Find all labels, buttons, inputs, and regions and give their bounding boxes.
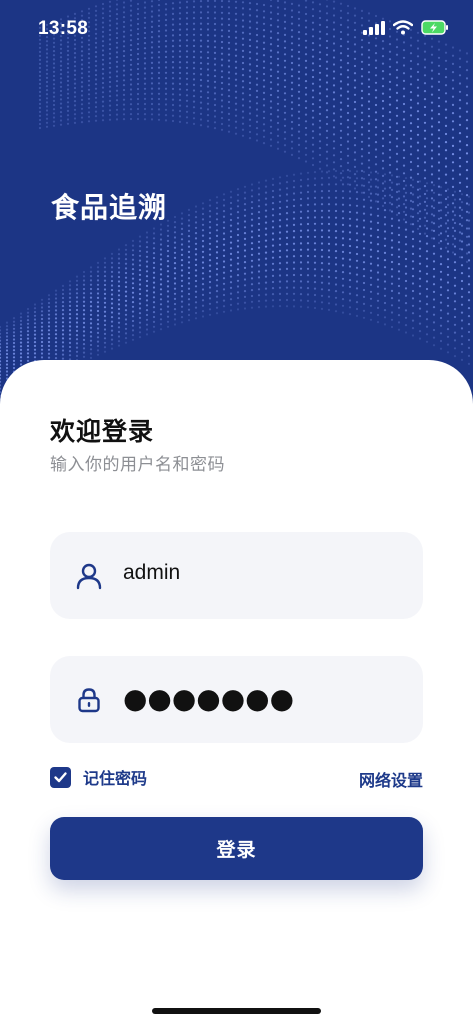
remember-password-toggle[interactable]: 记住密码 bbox=[50, 765, 147, 789]
welcome-title: 欢迎登录 bbox=[50, 417, 155, 446]
status-icons bbox=[363, 20, 449, 39]
user-icon bbox=[75, 562, 103, 594]
username-field[interactable]: admin bbox=[50, 532, 423, 619]
login-sheet: 欢迎登录 输入你的用户名和密码 admin ●●●●●●● 记住密码 网络设置 … bbox=[0, 360, 473, 1024]
home-indicator bbox=[152, 1008, 321, 1014]
hero-banner: 13:58 食品追溯 bbox=[0, 0, 473, 420]
status-bar: 13:58 bbox=[0, 0, 473, 60]
app-title: 食品追溯 bbox=[51, 191, 168, 224]
battery-charging-icon bbox=[421, 20, 449, 39]
login-button[interactable]: 登录 bbox=[50, 817, 423, 880]
lock-icon bbox=[75, 686, 103, 718]
password-masked-value: ●●●●●●● bbox=[123, 682, 295, 715]
remember-label: 记住密码 bbox=[83, 769, 148, 788]
welcome-subtitle: 输入你的用户名和密码 bbox=[50, 455, 225, 475]
status-time: 13:58 bbox=[38, 18, 89, 39]
checkmark-icon bbox=[54, 771, 67, 782]
signal-icon bbox=[363, 20, 385, 39]
remember-checkbox[interactable] bbox=[50, 766, 71, 788]
network-settings-link[interactable]: 网络设置 bbox=[359, 767, 423, 791]
username-value: admin bbox=[123, 561, 181, 584]
password-field[interactable]: ●●●●●●● bbox=[50, 656, 423, 743]
wifi-icon bbox=[392, 20, 414, 39]
